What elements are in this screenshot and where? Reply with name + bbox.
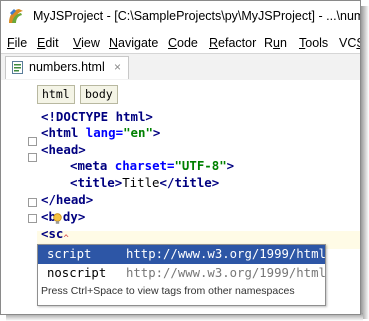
tab-numbers-html[interactable]: numbers.html × xyxy=(5,56,129,79)
completion-popup: script http://www.w3.org/1999/html noscr… xyxy=(37,244,326,306)
editor-gutter xyxy=(1,108,37,314)
close-icon[interactable]: × xyxy=(114,60,121,74)
code-line: <b dy> xyxy=(41,209,86,224)
code-line: <!DOCTYPE html> xyxy=(41,109,153,124)
menu-refactor[interactable]: Refactor xyxy=(209,36,256,50)
window-title: MyJSProject - [C:\SampleProjects\py\MyJS… xyxy=(33,9,360,23)
breadcrumb-html[interactable]: html xyxy=(37,85,75,104)
fold-marker[interactable] xyxy=(28,153,37,162)
completion-item-script[interactable]: script xyxy=(47,247,91,261)
lightbulb-icon[interactable] xyxy=(53,213,62,225)
fold-marker[interactable] xyxy=(28,137,37,146)
menu-navigate[interactable]: Navigate xyxy=(109,36,158,50)
code-line: <title>Title</title> xyxy=(70,175,220,190)
menu-edit[interactable]: Edit xyxy=(37,36,59,50)
ide-window: MyJSProject - [C:\SampleProjects\py\MyJS… xyxy=(0,0,361,315)
menu-code[interactable]: Code xyxy=(168,36,198,50)
menu-tools[interactable]: Tools xyxy=(299,36,328,50)
tab-label: numbers.html xyxy=(29,60,105,74)
title-bar: MyJSProject - [C:\SampleProjects\py\MyJS… xyxy=(1,1,360,31)
completion-item-noscript[interactable]: noscript xyxy=(47,266,106,280)
code-line: </head> xyxy=(41,192,94,207)
completion-item-namespace: http://www.w3.org/1999/html xyxy=(126,266,326,280)
menu-bar: File Edit View Navigate Code Refactor Ru… xyxy=(1,34,360,54)
code-line: <meta charset="UTF-8"> xyxy=(70,158,235,173)
html-file-icon xyxy=(12,61,23,74)
fold-marker[interactable] xyxy=(28,214,37,223)
menu-run[interactable]: Run xyxy=(264,36,287,50)
completion-item-namespace: http://www.w3.org/1999/html xyxy=(126,247,326,261)
code-line: <html lang="en"> xyxy=(41,125,161,140)
fold-marker[interactable] xyxy=(28,198,37,207)
completion-hint: Press Ctrl+Space to view tags from other… xyxy=(41,285,295,297)
menu-view[interactable]: View xyxy=(73,36,100,50)
breadcrumb-body[interactable]: body xyxy=(80,85,118,104)
editor-tab-bar: numbers.html × xyxy=(1,53,360,81)
pycharm-icon xyxy=(9,9,23,23)
menu-file[interactable]: File xyxy=(7,36,27,50)
breadcrumb: html body xyxy=(1,80,360,108)
code-line: <head> xyxy=(41,142,86,157)
menu-vcs[interactable]: VCS xyxy=(339,36,360,50)
